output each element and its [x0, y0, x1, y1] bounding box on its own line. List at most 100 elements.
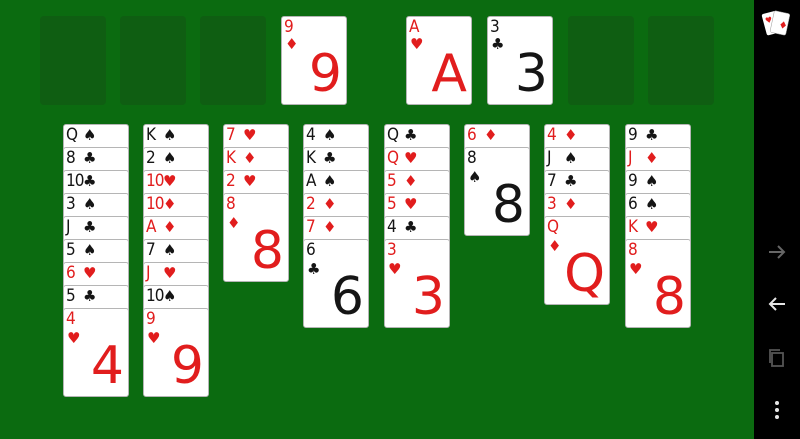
card-rank: 10: [66, 171, 84, 191]
tableau-card[interactable]: 8 ♥ 8: [625, 239, 691, 328]
tableau-card[interactable]: 9 ♥ 9: [143, 308, 209, 397]
back-arrow-icon[interactable]: [754, 292, 800, 322]
card-suit: ♦: [323, 195, 337, 213]
card-suit: ♥: [629, 260, 643, 278]
tableau-card[interactable]: 3 ♥ 3: [384, 239, 450, 328]
card-rank: 7: [146, 240, 156, 260]
card-rank: 2: [146, 148, 156, 168]
card-big-rank: A: [431, 44, 467, 104]
card-suit: ♦: [484, 126, 498, 144]
card-rank: 6: [628, 194, 638, 214]
card-rank: K: [226, 148, 236, 168]
card-suit: ♥: [163, 172, 177, 190]
card-suit: ♦: [564, 195, 578, 213]
menu-dots-icon[interactable]: [754, 398, 800, 428]
card-suit: ♣: [323, 149, 337, 167]
card-suit: ♠: [163, 126, 177, 144]
card-rank: 6: [306, 240, 316, 260]
card-rank: 10: [146, 171, 164, 191]
system-navbar: ♦ ♥: [754, 0, 800, 439]
foundation-slot[interactable]: [648, 16, 714, 105]
card-big-rank: Q: [564, 244, 605, 304]
free-cell[interactable]: [40, 16, 106, 105]
card-suit: ♣: [404, 218, 418, 236]
card-suit: ♥: [67, 329, 81, 347]
forward-arrow-icon[interactable]: [754, 240, 800, 270]
recent-apps-icon[interactable]: [754, 346, 800, 376]
card-rank: A: [409, 17, 420, 37]
card-rank: 4: [387, 217, 397, 237]
card-suit: ♥: [83, 264, 97, 282]
card-rank: 8: [628, 240, 638, 260]
tableau-card[interactable]: 8 ♠ 8: [464, 147, 530, 236]
tableau-card[interactable]: 4 ♥ 4: [63, 308, 129, 397]
cards-app-icon[interactable]: ♦ ♥: [754, 6, 800, 40]
card-suit: ♦: [163, 195, 177, 213]
card-rank: 8: [66, 148, 76, 168]
free-cell[interactable]: [200, 16, 266, 105]
card-rank: A: [306, 171, 317, 191]
card-rank: 2: [306, 194, 316, 214]
tableau-card[interactable]: 8 ♦ 8: [223, 193, 289, 282]
card-rank: 3: [66, 194, 76, 214]
card-rank: 5: [66, 286, 76, 306]
card-suit: ♠: [83, 241, 97, 259]
card-suit: ♣: [83, 218, 97, 236]
foundation-card[interactable]: 3 ♣ 3: [487, 16, 553, 105]
card-rank: 3: [387, 240, 397, 260]
card-big-rank: 3: [411, 267, 445, 327]
card-rank: 2: [226, 171, 236, 191]
card-rank: 5: [387, 171, 397, 191]
card-suit: ♠: [163, 149, 177, 167]
card-big-rank: 4: [90, 336, 124, 396]
card-suit: ♥: [404, 195, 418, 213]
card-rank: 7: [306, 217, 316, 237]
card-rank: 8: [226, 194, 236, 214]
card-big-rank: 8: [652, 267, 686, 327]
card-suit: ♠: [323, 172, 337, 190]
card-rank: 3: [547, 194, 557, 214]
card-suit: ♦: [285, 35, 299, 53]
top-card[interactable]: 9 ♦ 9: [281, 16, 347, 105]
card-rank: 9: [628, 125, 638, 145]
tableau-card[interactable]: Q ♦ Q: [544, 216, 610, 305]
card-suit: ♥: [147, 329, 161, 347]
card-suit: ♠: [468, 168, 482, 186]
card-rank: K: [146, 125, 156, 145]
card-suit: ♥: [645, 218, 659, 236]
card-big-rank: 8: [491, 175, 525, 235]
card-rank: Q: [387, 125, 399, 145]
card-big-rank: 8: [250, 221, 284, 281]
card-suit: ♣: [564, 172, 578, 190]
card-rank: 7: [547, 171, 557, 191]
card-suit: ♣: [491, 35, 505, 53]
card-rank: 4: [66, 309, 76, 329]
card-suit: ♣: [83, 172, 97, 190]
card-rank: 5: [387, 194, 397, 214]
card-suit: ♠: [163, 287, 177, 305]
card-suit: ♠: [645, 195, 659, 213]
foundation-card[interactable]: A ♥ A: [406, 16, 472, 105]
card-suit: ♦: [645, 149, 659, 167]
card-suit: ♣: [404, 126, 418, 144]
card-suit: ♦: [323, 218, 337, 236]
card-rank: 4: [306, 125, 316, 145]
card-suit: ♦: [227, 214, 241, 232]
card-suit: ♥: [404, 149, 418, 167]
card-suit: ♠: [645, 172, 659, 190]
card-rank: 4: [547, 125, 557, 145]
card-rank: 3: [490, 17, 500, 37]
card-suit: ♥: [163, 264, 177, 282]
card-big-rank: 6: [330, 267, 364, 327]
tableau-card[interactable]: 6 ♣ 6: [303, 239, 369, 328]
foundation-slot[interactable]: [568, 16, 634, 105]
free-cell[interactable]: [120, 16, 186, 105]
card-rank: J: [66, 217, 70, 237]
card-rank: 7: [226, 125, 236, 145]
card-suit: ♣: [645, 126, 659, 144]
card-rank: J: [628, 148, 632, 168]
card-big-rank: 9: [308, 44, 342, 104]
card-suit: ♠: [564, 149, 578, 167]
card-suit: ♦: [548, 237, 562, 255]
card-suit: ♥: [388, 260, 402, 278]
